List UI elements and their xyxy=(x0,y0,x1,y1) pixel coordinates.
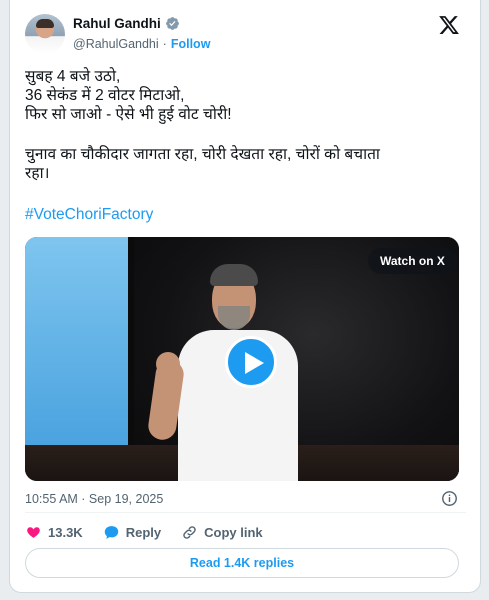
watch-on-x-button[interactable]: Watch on X xyxy=(368,248,457,274)
author-handle-row: @RahulGandhi · Follow xyxy=(73,37,210,51)
tweet-paragraph-2: चुनाव का चौकीदार जागता रहा, चोरी देखता र… xyxy=(25,145,465,183)
tweet-timestamp[interactable]: 10:55 AM · Sep 19, 2025 xyxy=(25,492,163,506)
reply-bubble-icon xyxy=(104,525,118,539)
reply-label: Reply xyxy=(125,524,162,540)
speaker-hair xyxy=(210,264,258,286)
link-icon xyxy=(183,525,196,539)
tweet-line-1: सुबह 4 बजे उठो, xyxy=(25,68,121,85)
heart-icon xyxy=(27,526,40,538)
tweet-text: सुबह 4 बजे उठो, 36 सेकंड में 2 वोटर मिटा… xyxy=(25,67,465,124)
author-display-name[interactable]: Rahul Gandhi xyxy=(73,16,161,31)
author-name-row: Rahul Gandhi xyxy=(73,16,180,31)
tweet-para2-line-1: चुनाव का चौकीदार जागता रहा, चोरी देखता र… xyxy=(25,146,380,163)
like-button[interactable]: 13.3K xyxy=(25,524,83,541)
info-icon[interactable] xyxy=(441,490,458,507)
projection-screen xyxy=(25,237,128,445)
follow-button[interactable]: Follow xyxy=(171,37,211,51)
avatar-hair xyxy=(36,19,54,28)
tweet-para2-line-2: रहा। xyxy=(25,165,50,182)
speaker-hand xyxy=(156,352,180,376)
like-count: 13.3K xyxy=(48,524,83,540)
tweet-line-2: 36 सेकंड में 2 वोटर मिटाओ, xyxy=(25,87,185,104)
play-button[interactable] xyxy=(225,336,277,388)
hashtag-link[interactable]: #VoteChoriFactory xyxy=(25,206,153,224)
tweet-card: Rahul Gandhi @RahulGandhi · Follow सुबह … xyxy=(9,0,481,593)
tweet-line-3: फिर सो जाओ - ऐसे भी हुई वोट चोरी! xyxy=(25,106,232,123)
verified-badge-icon xyxy=(165,17,179,30)
copy-link-label: Copy link xyxy=(204,524,263,540)
meta-divider xyxy=(25,512,466,513)
author-avatar[interactable] xyxy=(25,14,65,54)
action-bar: 13.3K Reply Copy link xyxy=(25,522,283,542)
author-handle[interactable]: @RahulGandhi xyxy=(73,37,159,51)
copy-link-button[interactable]: Copy link xyxy=(181,524,263,541)
x-logo-icon[interactable] xyxy=(438,14,460,36)
read-replies-button[interactable]: Read 1.4K replies xyxy=(25,548,459,578)
play-icon xyxy=(245,352,264,374)
reply-button[interactable]: Reply xyxy=(103,524,161,541)
handle-separator: · xyxy=(162,37,167,51)
